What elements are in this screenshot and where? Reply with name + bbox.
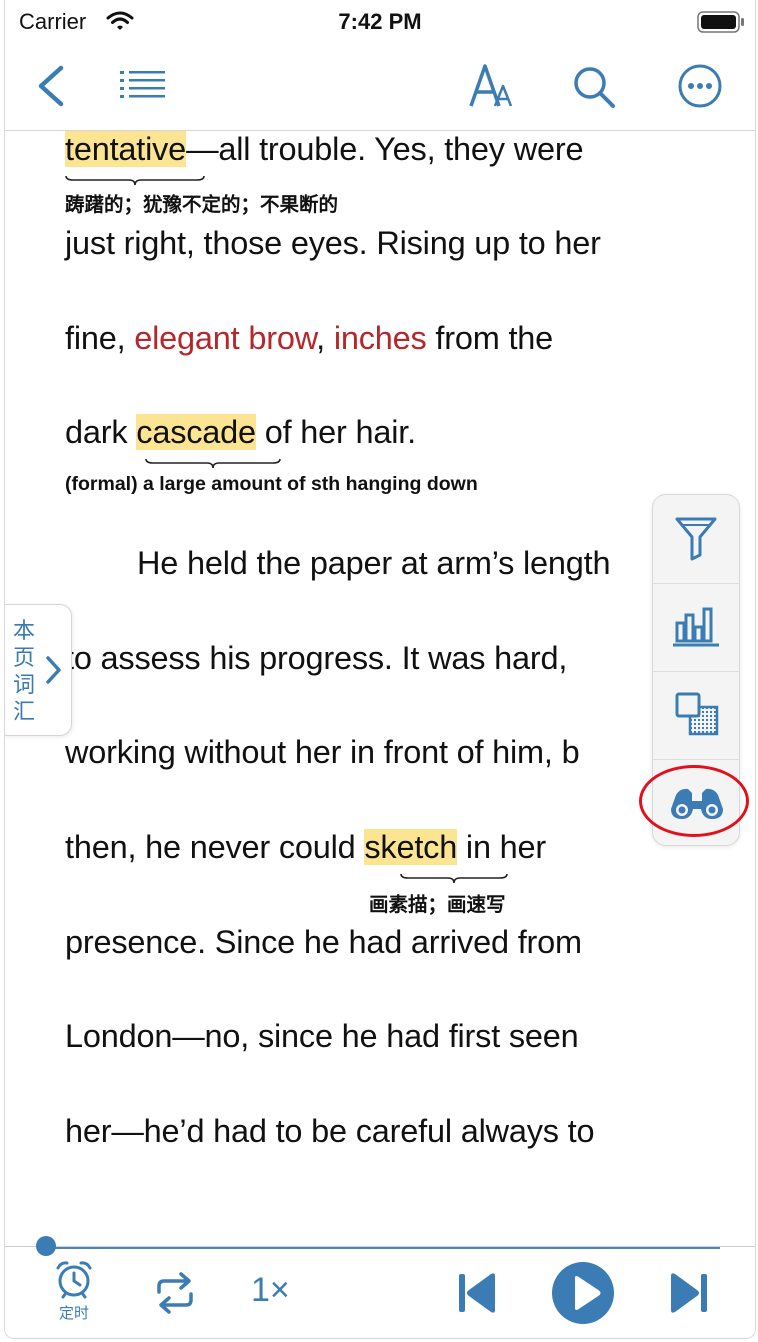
text-line: presence. Since he had arrived from — [65, 924, 582, 960]
copy-overlay-icon — [675, 692, 719, 736]
chevron-right-icon — [46, 656, 61, 684]
unknown-word[interactable]: inches — [334, 320, 427, 356]
text-line: dark cascade of her hair. — [65, 414, 416, 450]
highlighted-word[interactable]: sketch — [364, 829, 457, 865]
alarm-clock-icon[interactable] — [54, 1259, 94, 1301]
stats-chart-icon — [673, 607, 719, 647]
repeat-icon[interactable] — [153, 1272, 197, 1314]
audio-player-bar: 定时 1× — [5, 1236, 755, 1338]
page-vocabulary-label: 本页词汇 — [13, 618, 36, 724]
table-of-contents-icon[interactable] — [119, 68, 167, 102]
reader-content[interactable]: tentative—all trouble. Yes, they were 踌躇… — [5, 131, 755, 1246]
playback-progress-track[interactable] — [45, 1247, 720, 1249]
play-icon[interactable] — [551, 1261, 615, 1325]
timer-label: 定时 — [58, 1305, 89, 1322]
highlighted-word[interactable]: tentative — [65, 131, 186, 167]
unknown-word[interactable]: elegant brow — [134, 320, 316, 356]
word-gloss: 画素描；画速写 — [369, 894, 506, 916]
highlighted-word[interactable]: cascade — [136, 414, 256, 450]
filter-icon — [675, 517, 717, 561]
text-line: London—no, since he had first seen — [65, 1018, 579, 1054]
clock: 7:42 PM — [338, 9, 422, 34]
gloss-brace — [145, 458, 281, 469]
more-icon[interactable] — [677, 63, 723, 109]
battery-icon — [697, 11, 744, 33]
skip-next-icon[interactable] — [669, 1272, 709, 1314]
reader-navbar — [5, 44, 755, 131]
text-line: tentative—all trouble. Yes, they were — [65, 131, 584, 167]
playback-speed-button[interactable]: 1× — [251, 1271, 290, 1310]
gloss-brace — [400, 873, 508, 884]
skip-previous-icon[interactable] — [457, 1272, 497, 1314]
text-line: working without her in front of him, b — [65, 734, 580, 770]
text-line: her—he’d had to be careful always to — [65, 1113, 595, 1149]
annotation-highlight-circle — [639, 765, 749, 837]
filter-button[interactable] — [653, 495, 739, 584]
font-size-icon[interactable] — [467, 62, 517, 110]
text-line: just right, those eyes. Rising up to her — [65, 225, 601, 261]
word-gloss: 踌躇的；犹豫不定的；不果断的 — [65, 194, 339, 216]
page-vocabulary-tab[interactable]: 本页词汇 — [5, 604, 72, 736]
back-chevron-icon[interactable] — [33, 64, 69, 108]
gloss-brace — [65, 175, 205, 186]
overlay-button[interactable] — [653, 671, 739, 760]
status-bar: Carrier 7:42 PM — [5, 0, 755, 44]
text-line: to assess his progress. It was hard, — [65, 640, 568, 676]
playback-progress-knob[interactable] — [36, 1236, 56, 1256]
app-frame: Carrier 7:42 PM tentative—all trouble. Y… — [4, 0, 756, 1339]
text-line: then, he never could sketch in her — [65, 829, 547, 865]
text-line: He held the paper at arm’s length — [137, 545, 611, 581]
word-gloss: (formal) a large amount of sth hanging d… — [65, 473, 478, 495]
search-icon[interactable] — [571, 64, 617, 110]
stats-button[interactable] — [653, 583, 739, 672]
text-line: fine, elegant brow, inches from the — [65, 320, 554, 356]
